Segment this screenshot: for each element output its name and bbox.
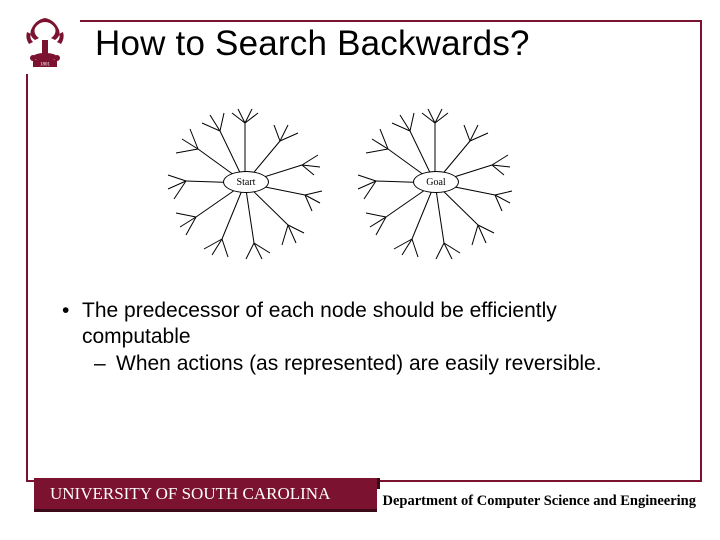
- bullet-list: • The predecessor of each node should be…: [62, 298, 670, 377]
- goal-tree: Goal: [350, 103, 520, 263]
- search-trees-figure: Start Goal: [150, 98, 530, 268]
- usc-logo: 1801: [10, 6, 80, 74]
- bullet-sub: – When actions (as represented) are easi…: [62, 351, 670, 377]
- goal-node-label: Goal: [413, 171, 459, 193]
- footer-department: Department of Computer Science and Engin…: [377, 489, 698, 514]
- bullet-sub-text: When actions (as represented) are easily…: [116, 351, 602, 377]
- bullet-main: • The predecessor of each node should be…: [62, 298, 670, 349]
- start-node-label: Start: [223, 171, 269, 193]
- bullet-dash-icon: –: [94, 351, 116, 377]
- start-tree: Start: [160, 103, 330, 263]
- bullet-main-text: The predecessor of each node should be e…: [82, 298, 670, 349]
- slide-title: How to Search Backwards?: [95, 24, 530, 64]
- footer-university: UNIVERSITY OF SOUTH CAROLINA: [34, 478, 380, 512]
- bullet-dot-icon: •: [62, 298, 82, 349]
- svg-text:1801: 1801: [40, 63, 51, 68]
